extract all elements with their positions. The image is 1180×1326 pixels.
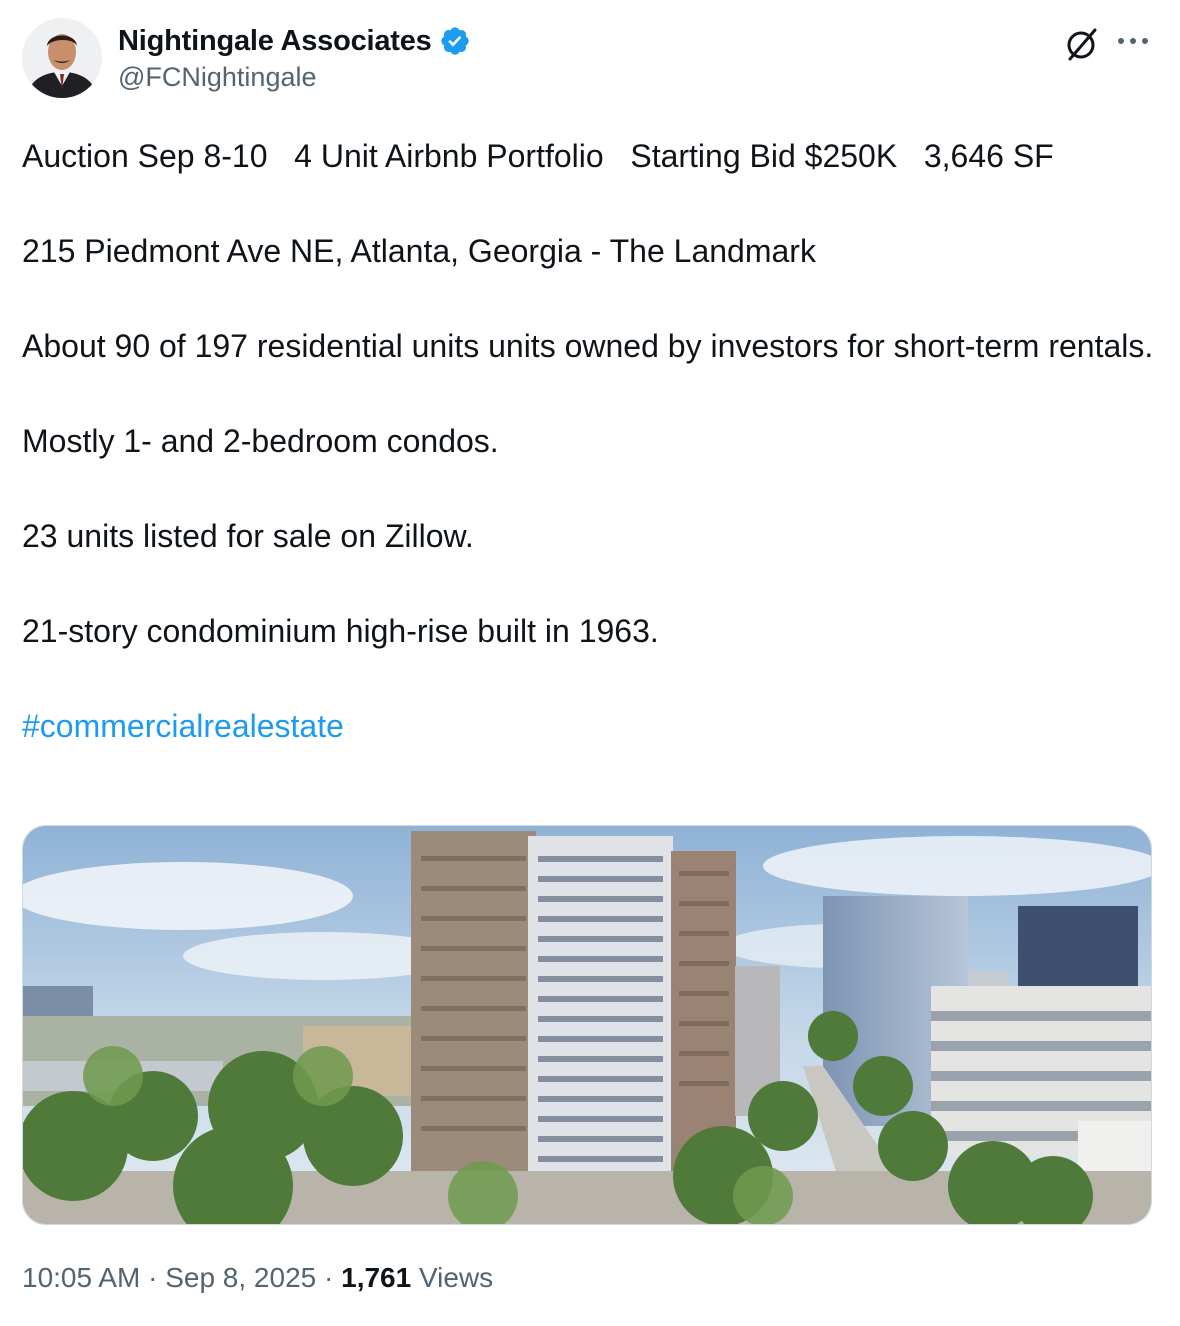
media-photo[interactable] (22, 825, 1152, 1225)
grok-icon[interactable] (1062, 24, 1102, 64)
tweet-line-auction: Auction Sep 8-10 4 Unit Airbnb Portfolio… (22, 138, 1054, 174)
verified-badge-icon[interactable] (439, 25, 471, 57)
views-label: Views (411, 1262, 494, 1293)
avatar[interactable] (22, 18, 102, 98)
meta-separator: · (140, 1262, 166, 1293)
author-display-name[interactable]: Nightingale Associates (118, 25, 432, 58)
tweet-meta: 10:05 AM · Sep 8, 2025 · 1,761 Views (22, 1262, 493, 1294)
author-handle[interactable]: @FCNightingale (118, 62, 471, 93)
building-photo (23, 826, 1151, 1224)
author-block: Nightingale Associates @FCNightingale (118, 22, 471, 93)
tweet-line-units: About 90 of 197 residential units units … (22, 328, 1154, 364)
meta-separator: · (316, 1262, 342, 1293)
more-icon[interactable] (1113, 26, 1153, 62)
hashtag-link[interactable]: #commercialrealestate (22, 708, 344, 744)
views-count: 1,761 (341, 1262, 412, 1293)
tweet-line-address: 215 Piedmont Ave NE, Atlanta, Georgia - … (22, 233, 816, 269)
tweet-date[interactable]: Sep 8, 2025 (165, 1262, 316, 1294)
tweet-time[interactable]: 10:05 AM (22, 1262, 140, 1294)
tweet-line-condos: Mostly 1- and 2-bedroom condos. (22, 423, 499, 459)
tweet-line-highrise: 21-story condominium high-rise built in … (22, 613, 659, 649)
tweet-line-zillow: 23 units listed for sale on Zillow. (22, 518, 474, 554)
tweet-text: Auction Sep 8-10 4 Unit Airbnb Portfolio… (22, 132, 1162, 750)
